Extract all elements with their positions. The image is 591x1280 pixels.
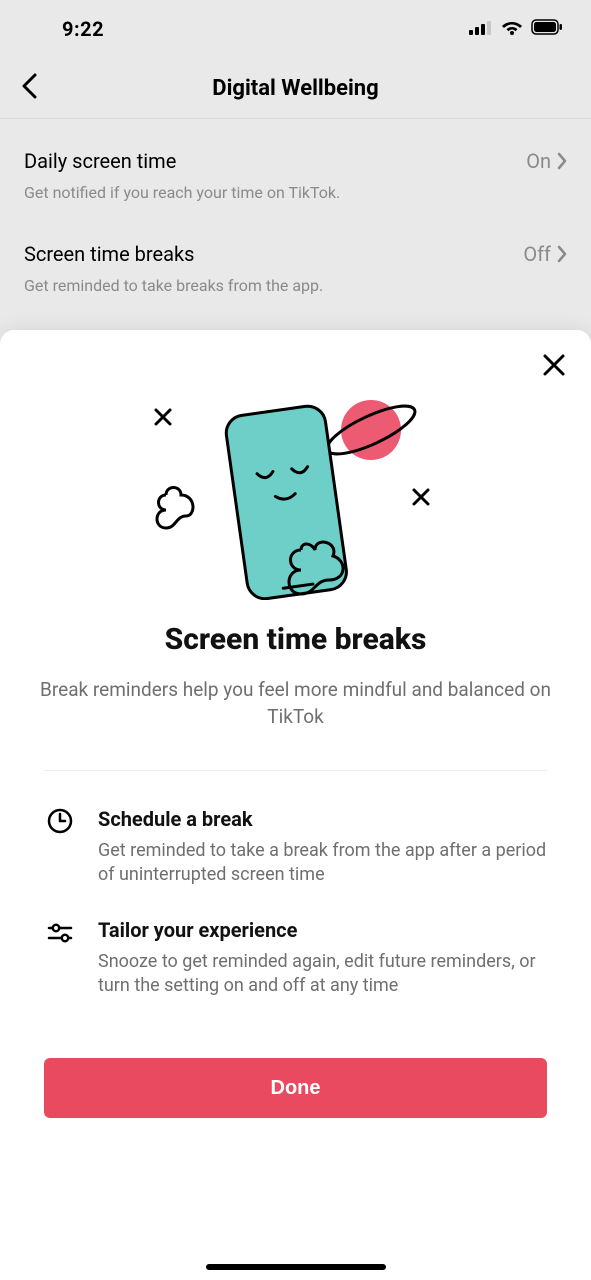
back-button[interactable] (20, 72, 38, 104)
feature-desc: Get reminded to take a break from the ap… (98, 839, 547, 888)
home-indicator[interactable] (206, 1264, 386, 1270)
done-button[interactable]: Done (44, 1058, 547, 1118)
sheet-title: Screen time breaks (24, 622, 567, 657)
setting-title: Screen time breaks (24, 242, 194, 266)
setting-screen-time-breaks[interactable]: Screen time breaks Off Get reminded to t… (24, 212, 567, 305)
close-button[interactable] (541, 352, 567, 382)
feature-schedule-break: Schedule a break Get reminded to take a … (44, 807, 547, 888)
feature-tailor-experience: Tailor your experience Snooze to get rem… (44, 918, 547, 999)
wifi-icon (501, 19, 523, 39)
setting-desc: Get reminded to take breaks from the app… (24, 276, 567, 295)
page-title: Digital Wellbeing (0, 76, 591, 101)
status-icons (469, 19, 563, 39)
cellular-icon (469, 20, 493, 39)
illustration-sleeping-phone (24, 390, 567, 600)
clock-icon (44, 807, 76, 888)
chevron-right-icon (557, 152, 567, 170)
setting-desc: Get notified if you reach your time on T… (24, 183, 567, 202)
setting-title: Daily screen time (24, 149, 176, 173)
status-time: 9:22 (62, 17, 104, 41)
sheet-subtitle: Break reminders help you feel more mindf… (24, 677, 567, 730)
divider (44, 770, 547, 771)
status-bar: 9:22 (0, 0, 591, 58)
modal-sheet: Screen time breaks Break reminders help … (0, 330, 591, 1280)
feature-title: Schedule a break (98, 807, 547, 831)
chevron-right-icon (557, 245, 567, 263)
done-label: Done (271, 1077, 321, 1100)
setting-value: Off (523, 242, 551, 266)
feature-desc: Snooze to get reminded again, edit futur… (98, 950, 547, 999)
setting-value: On (526, 149, 551, 173)
nav-header: Digital Wellbeing (0, 58, 591, 118)
setting-daily-screen-time[interactable]: Daily screen time On Get notified if you… (24, 119, 567, 212)
battery-icon (531, 19, 563, 39)
feature-title: Tailor your experience (98, 918, 547, 942)
sliders-icon (44, 918, 76, 999)
settings-list: Daily screen time On Get notified if you… (0, 119, 591, 305)
